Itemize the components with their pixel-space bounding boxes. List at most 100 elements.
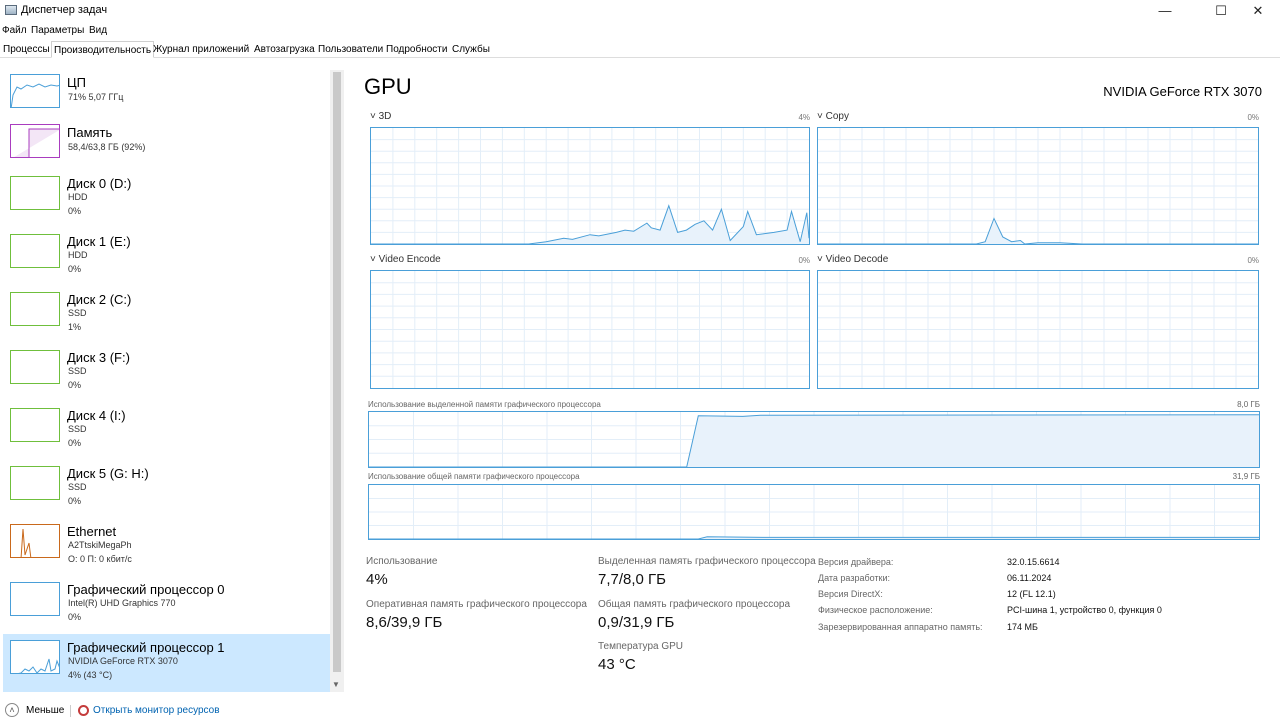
title-bar: Диспетчер задач — ☐ ✕ <box>0 0 1280 22</box>
sidebar-thumbnail-graph <box>10 292 60 326</box>
sidebar-item-detail: HDD <box>68 250 88 260</box>
tab-details[interactable]: Подробности <box>386 44 447 55</box>
sidebar-item-name: Ethernet <box>67 524 117 539</box>
sidebar-item-name: Графический процессор 1 <box>67 640 225 655</box>
engine-pct-copy: 0% <box>1247 113 1259 122</box>
sidebar-item-name: Диск 5 (G: H:) <box>67 466 149 481</box>
engine-label-copy[interactable]: ˅ Copy <box>817 111 849 122</box>
resource-sidebar: ЦП 71% 5,07 ГГц Память 58,4/63,8 ГБ (92%) Ди… <box>0 70 330 692</box>
sidebar-item-value: 0% <box>68 438 82 448</box>
engine-label-video-decode[interactable]: ˅ Video Decode <box>817 254 888 265</box>
usage-label: Использование <box>366 556 438 567</box>
engine-pct-video-decode: 0% <box>1247 256 1259 265</box>
sidebar-item-name: Диск 4 (I:) <box>67 408 126 423</box>
menu-file[interactable]: Файл <box>2 25 27 36</box>
sidebar-item-detail: HDD <box>68 192 88 202</box>
dedicated-memory-max: 8,0 ГБ <box>1237 400 1260 409</box>
tab-users[interactable]: Пользователи <box>318 44 383 55</box>
sidebar-thumbnail-graph <box>10 408 60 442</box>
graph-dedicated-memory <box>368 411 1260 468</box>
sidebar-item[interactable]: Диск 3 (F:) SSD 0% <box>3 344 330 402</box>
scroll-down-icon[interactable]: ▼ <box>332 680 340 689</box>
sidebar-item-detail: 71% 5,07 ГГц <box>68 92 124 102</box>
shared-memory-max: 31,9 ГБ <box>1232 472 1260 481</box>
sidebar-item-detail: 58,4/63,8 ГБ (92%) <box>68 142 146 152</box>
scrollbar-thumb[interactable] <box>333 72 341 672</box>
graph-video-encode <box>370 270 810 389</box>
shared-memory-label: Использование общей памяти графического … <box>368 472 580 481</box>
sidebar-item[interactable]: Графический процессор 0 Intel(R) UHD Grap… <box>3 576 330 634</box>
sidebar-item-detail: SSD <box>68 482 87 492</box>
sidebar-thumbnail-graph <box>10 124 60 158</box>
sidebar-item-value: 4% (43 °C) <box>68 670 113 680</box>
sidebar-item-detail: A2TtskiMegaPh <box>68 540 132 550</box>
sidebar-item[interactable]: ЦП 71% 5,07 ГГц <box>3 70 330 118</box>
collapse-icon[interactable]: ˄ <box>5 703 19 717</box>
menu-view[interactable]: Вид <box>89 25 107 36</box>
sidebar-item-value: О: 0 П: 0 кбит/с <box>68 554 132 564</box>
sidebar-item-name: Графический процессор 0 <box>67 582 225 597</box>
tab-startup[interactable]: Автозагрузка <box>254 44 315 55</box>
tab-processes[interactable]: Процессы <box>3 44 50 55</box>
directx-version-key: Версия DirectX: <box>818 589 883 599</box>
sidebar-item[interactable]: Диск 2 (C:) SSD 1% <box>3 286 330 344</box>
sidebar-item-name: Диск 3 (F:) <box>67 350 130 365</box>
sidebar-thumbnail-graph <box>10 640 60 674</box>
tab-bar: Процессы Производительность Журнал прило… <box>0 41 1280 58</box>
resource-monitor-icon[interactable] <box>78 705 89 716</box>
sidebar-item-value: 0% <box>68 264 82 274</box>
physical-location-value: PCI-шина 1, устройство 0, функция 0 <box>1007 605 1162 615</box>
minimize-button[interactable]: — <box>1142 0 1188 22</box>
graph-copy <box>817 127 1259 245</box>
dedicated-memory-label: Использование выделенной памяти графичес… <box>368 400 601 409</box>
gpu-ram-value: 8,6/39,9 ГБ <box>366 614 443 631</box>
sidebar-item-detail: SSD <box>68 424 87 434</box>
sidebar-thumbnail-graph <box>10 466 60 500</box>
menu-options[interactable]: Параметры <box>31 25 84 36</box>
engine-label-3d[interactable]: ˅ 3D <box>370 111 391 122</box>
sidebar-thumbnail-graph <box>10 582 60 616</box>
sidebar-thumbnail-graph <box>10 234 60 268</box>
gpu-model-name: NVIDIA GeForce RTX 3070 <box>1103 84 1262 99</box>
driver-date-key: Дата разработки: <box>818 573 891 583</box>
sidebar-item[interactable]: Диск 0 (D:) HDD 0% <box>3 170 330 228</box>
graph-shared-memory <box>368 484 1260 540</box>
graph-3d <box>370 127 810 245</box>
sidebar-item[interactable]: Диск 4 (I:) SSD 0% <box>3 402 330 460</box>
sidebar-item-name: Диск 1 (E:) <box>67 234 131 249</box>
sidebar-item[interactable]: Диск 5 (G: H:) SSD 0% <box>3 460 330 518</box>
sidebar-item-detail: NVIDIA GeForce RTX 3070 <box>68 656 178 666</box>
sidebar-item-name: ЦП <box>67 75 86 90</box>
close-button[interactable]: ✕ <box>1235 0 1280 22</box>
engine-pct-3d: 4% <box>798 113 810 122</box>
sidebar-item-detail: Intel(R) UHD Graphics 770 <box>68 598 176 608</box>
sidebar-item-name: Память <box>67 125 113 140</box>
directx-version-value: 12 (FL 12.1) <box>1007 589 1056 599</box>
fewer-details-button[interactable]: Меньше <box>26 705 64 716</box>
sidebar-item-value: 0% <box>68 380 82 390</box>
sidebar-item-value: 0% <box>68 612 82 622</box>
engine-label-video-encode[interactable]: ˅ Video Encode <box>370 254 441 265</box>
open-resource-monitor-link[interactable]: Открыть монитор ресурсов <box>93 705 220 716</box>
tab-performance[interactable]: Производительность <box>51 41 155 58</box>
sidebar-item[interactable]: Диск 1 (E:) HDD 0% <box>3 228 330 286</box>
sidebar-item-detail: SSD <box>68 366 87 376</box>
task-manager-icon <box>5 5 17 15</box>
sidebar-item[interactable]: Память 58,4/63,8 ГБ (92%) <box>3 120 330 168</box>
sidebar-scrollbar[interactable]: ▼ <box>330 70 344 692</box>
tab-app-history[interactable]: Журнал приложений <box>153 44 249 55</box>
shared-mem-stat-value: 0,9/31,9 ГБ <box>598 614 675 631</box>
usage-value: 4% <box>366 571 388 588</box>
sidebar-item-detail: SSD <box>68 308 87 318</box>
engine-pct-video-encode: 0% <box>798 256 810 265</box>
sidebar-item-name: Диск 2 (C:) <box>67 292 132 307</box>
page-title: GPU <box>364 74 412 99</box>
sidebar-item[interactable]: Ethernet A2TtskiMegaPh О: 0 П: 0 кбит/с <box>3 518 330 576</box>
sidebar-thumbnail-graph <box>10 350 60 384</box>
reserved-memory-value: 174 МБ <box>1007 622 1038 632</box>
window-title: Диспетчер задач <box>21 4 108 16</box>
reserved-memory-key: Зарезервированная аппаратно память: <box>818 622 983 632</box>
tab-services[interactable]: Службы <box>452 44 490 55</box>
sidebar-item[interactable]: Графический процессор 1 NVIDIA GeForce RT… <box>3 634 330 692</box>
sidebar-thumbnail-graph <box>10 524 60 558</box>
